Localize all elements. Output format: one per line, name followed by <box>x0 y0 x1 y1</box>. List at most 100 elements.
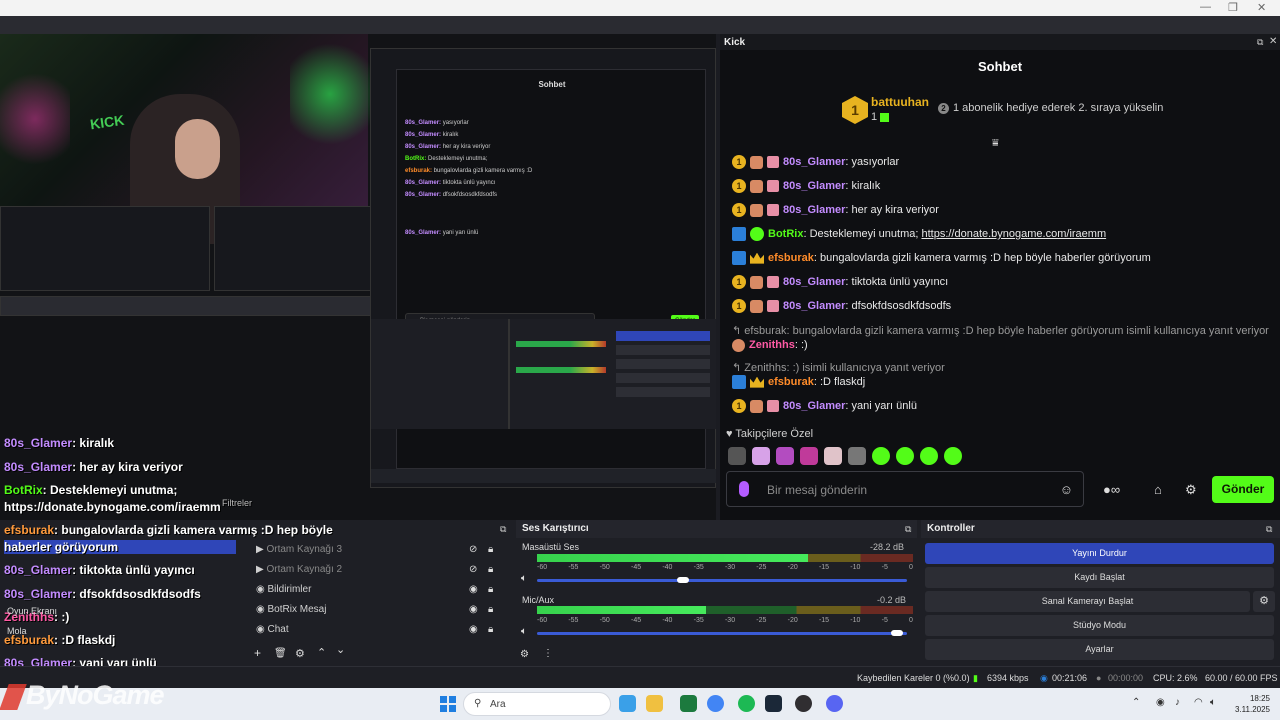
volume-icon[interactable]: 🔈︎ <box>1210 697 1216 708</box>
eye-icon[interactable]: ◉ <box>469 600 478 620</box>
emoji-icon[interactable]: ☺ <box>1060 482 1073 497</box>
volume-slider[interactable] <box>537 630 907 636</box>
chrome-icon[interactable] <box>707 695 724 712</box>
more-icon[interactable]: ⋮ <box>543 648 553 659</box>
verified-badge-icon <box>750 227 764 242</box>
volume-knob[interactable] <box>676 577 689 583</box>
mic-tray-icon[interactable]: ♪ <box>1175 697 1180 708</box>
nested-obs-thumbnail <box>0 206 210 291</box>
discord-icon[interactable] <box>826 695 843 712</box>
lock-icon[interactable]: 🔒︎ <box>488 620 493 640</box>
maximize-icon[interactable]: ❐ <box>1228 1 1238 14</box>
gift-badge-icon <box>767 300 779 313</box>
scene-item[interactable]: Mola <box>7 626 27 636</box>
meter-tick-label: -25 <box>756 564 767 571</box>
overlay-chat-line: efsburak: bungalovlarda gizli kamera var… <box>4 523 333 537</box>
sub-badge-icon <box>750 399 763 413</box>
lock-icon[interactable]: 🔒︎ <box>488 600 493 620</box>
spotify-icon[interactable] <box>738 695 755 712</box>
meter-tick-label: -55 <box>568 617 579 624</box>
move-up-icon[interactable]: ⌃ <box>317 646 326 659</box>
eye-icon[interactable]: ◉ <box>469 620 478 640</box>
gear-icon[interactable]: ⚙ <box>1185 482 1197 498</box>
nested-strip <box>0 296 388 316</box>
start-virtual-camera-button[interactable]: Sanal Kamerayı Başlat <box>925 591 1250 612</box>
mixer-settings-icon[interactable]: ⚙ <box>520 649 529 660</box>
minimize-icon[interactable]: — <box>1200 1 1211 13</box>
windows-start-icon[interactable] <box>440 696 456 712</box>
steam-icon[interactable] <box>765 695 782 712</box>
source-item[interactable]: ◉ Chat ◉ 🔒︎ <box>256 620 496 640</box>
studio-mode-button[interactable]: Stüdyo Modu <box>925 615 1274 636</box>
undock-icon[interactable]: ⧉ <box>1266 524 1272 535</box>
emote-icon[interactable] <box>944 447 962 465</box>
emote-icon[interactable] <box>848 447 866 465</box>
obs-icon[interactable] <box>795 695 812 712</box>
points-icon[interactable]: ●∞ <box>1103 482 1120 497</box>
emote-icon[interactable] <box>776 447 794 465</box>
send-button[interactable]: Gönder <box>1212 476 1274 503</box>
stop-stream-button[interactable]: Yayını Durdur <box>925 543 1274 564</box>
speaker-icon[interactable]: 🔈︎ <box>521 573 527 584</box>
close-icon[interactable]: ✕ <box>1257 1 1266 14</box>
lock-icon[interactable]: 🔒︎ <box>488 540 493 560</box>
tray-app-icon[interactable]: ◉ <box>1156 697 1165 708</box>
wifi-icon[interactable]: ◠ <box>1194 697 1203 708</box>
settings-button[interactable]: Ayarlar <box>925 639 1274 660</box>
meter-tick-label: -55 <box>568 564 579 571</box>
hidden-eye-icon[interactable]: ⊘ <box>469 560 477 580</box>
emote-icon[interactable] <box>872 447 890 465</box>
lock-icon[interactable]: 🔒︎ <box>488 580 493 600</box>
edge-icon[interactable] <box>619 695 636 712</box>
taskbar-clock[interactable]: 18:25 3.11.2025 <box>1235 693 1270 715</box>
scene-item[interactable]: Oyun Ekranı <box>7 606 57 616</box>
undock-icon[interactable]: ⧉ <box>1257 37 1263 48</box>
channel-name: Mic/Aux <box>522 595 555 605</box>
meter-fill <box>537 554 808 562</box>
volume-knob[interactable] <box>891 630 904 636</box>
undock-icon[interactable]: ⧉ <box>905 524 911 535</box>
delete-source-icon[interactable]: 🗑︎ <box>274 648 287 659</box>
start-recording-button[interactable]: Kaydı Başlat <box>925 567 1274 588</box>
chat-input[interactable]: Bir mesaj gönderin ☺ <box>726 471 1084 507</box>
emote-icon[interactable] <box>896 447 914 465</box>
folder-icon[interactable] <box>646 695 663 712</box>
donate-link[interactable]: https://donate.bynogame.com/iraemm <box>921 228 1106 240</box>
emote-icon[interactable] <box>728 447 746 465</box>
chat-dock-title: Kick <box>720 34 1280 50</box>
gift-badge-icon <box>767 156 779 169</box>
speaker-icon[interactable]: 🔈︎ <box>521 626 527 637</box>
volume-slider[interactable] <box>537 577 907 583</box>
emote-icon[interactable] <box>824 447 842 465</box>
undock-icon[interactable]: ⧉ <box>500 524 506 535</box>
emote-icon[interactable] <box>752 447 770 465</box>
add-source-icon[interactable]: + <box>254 646 261 660</box>
app-icon[interactable] <box>680 695 697 712</box>
source-item[interactable]: ◉ BotRix Mesaj ◉ 🔒︎ <box>256 600 496 620</box>
meter-tick-label: -60 <box>537 564 548 571</box>
move-down-icon[interactable]: ⌄ <box>336 643 345 656</box>
hidden-eye-icon[interactable]: ⊘ <box>469 540 477 560</box>
pinned-toggle-icon[interactable]: ⩸ <box>992 137 999 150</box>
tray-chevron-icon[interactable]: ⌃ <box>1132 697 1140 708</box>
chat-message: 1 80s_Glamer: kiralık <box>732 178 880 194</box>
taskbar-search[interactable]: ⚲ Ara <box>463 692 611 716</box>
eye-icon[interactable]: ◉ <box>469 580 478 600</box>
gear-icon[interactable]: ⚙ <box>295 647 305 660</box>
emote-icon[interactable] <box>800 447 818 465</box>
obs-preview[interactable]: KICK Sohbet 80s_Glamer: yasıyorlar 80s_G… <box>0 34 716 520</box>
source-item[interactable]: ◉ Bildirimler ◉ 🔒︎ <box>256 580 496 600</box>
emote-icon[interactable] <box>920 447 938 465</box>
lock-icon[interactable]: 🔒︎ <box>488 560 493 580</box>
source-item[interactable]: ▶ Ortam Kaynağı 3 ⊘ 🔒︎ <box>256 540 496 560</box>
close-icon[interactable]: ✕ <box>1269 36 1277 47</box>
gifter-badge-icon: 1 <box>732 399 746 414</box>
gift-icon[interactable]: ⌂ <box>1154 482 1162 497</box>
source-item[interactable]: ▶ Ortam Kaynağı 2 ⊘ 🔒︎ <box>256 560 496 580</box>
gift-leader-name[interactable]: battuuhan <box>871 95 929 109</box>
gear-icon[interactable]: ⚙ <box>1253 591 1275 612</box>
filters-label[interactable]: Filtreler <box>222 498 252 508</box>
mixer-title: Ses Karıştırıcı <box>516 520 917 538</box>
audio-meter <box>537 606 913 614</box>
overlay-chat-line: 80s_Glamer: dfsokfdsosdkfdsodfs <box>4 587 201 601</box>
